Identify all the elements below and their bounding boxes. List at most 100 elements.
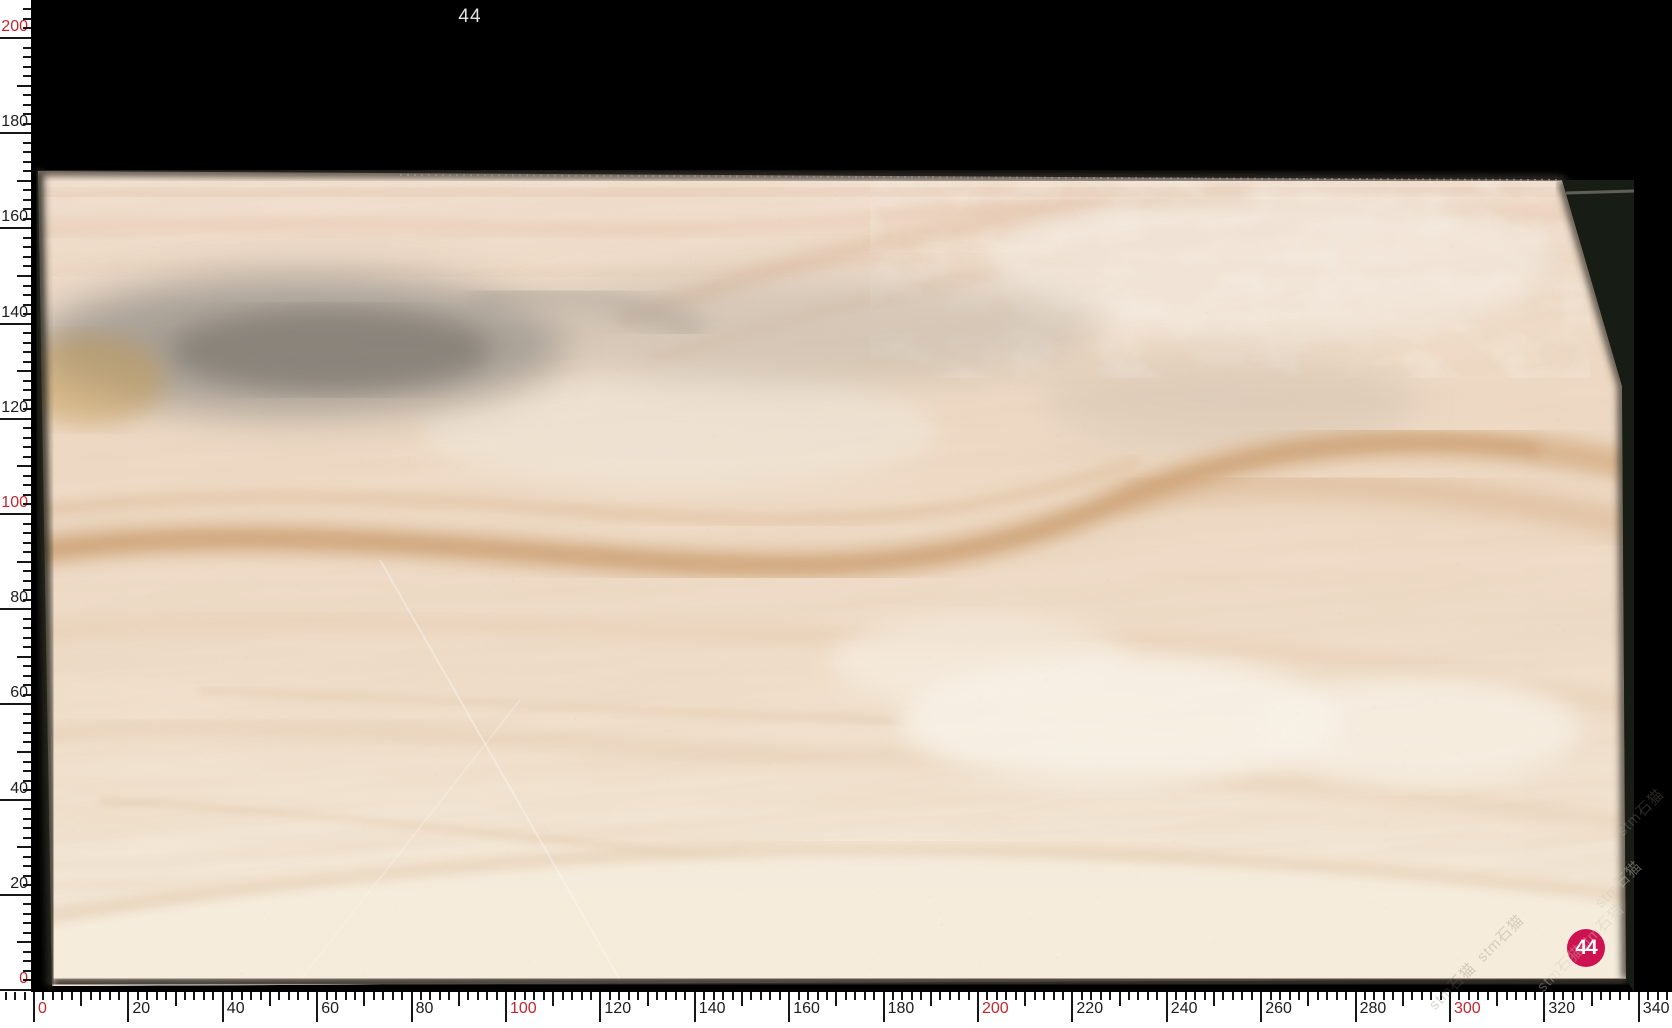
ruler-tick xyxy=(457,992,460,1006)
ruler-tick xyxy=(259,992,262,1000)
ruler-tick xyxy=(1600,992,1603,1000)
ruler-tick xyxy=(505,992,507,1022)
ruler-tick-label: 60 xyxy=(321,1000,339,1017)
ruler-tick xyxy=(278,992,281,1000)
ruler-tick xyxy=(514,992,517,1000)
ruler-tick-label: 20 xyxy=(132,1000,151,1017)
ruler-tick xyxy=(127,992,130,1022)
ruler-tick xyxy=(51,992,54,1000)
ruler-tick xyxy=(23,255,31,258)
ruler-tick xyxy=(344,992,347,1000)
ruler-tick xyxy=(788,992,791,1022)
ruler-tick xyxy=(363,992,366,1006)
ruler-tick xyxy=(23,617,31,620)
ruler-tick xyxy=(1656,992,1659,1000)
ruler-tick xyxy=(0,37,31,39)
ruler-tick xyxy=(202,992,205,1000)
ruler-tick xyxy=(599,992,602,1022)
ruler-tick xyxy=(1269,992,1272,1000)
ruler-tick xyxy=(703,992,706,1000)
ruler-tick xyxy=(1307,992,1310,1006)
ruler-tick xyxy=(1231,992,1234,1000)
ruler-tick xyxy=(920,992,923,1000)
ruler-tick xyxy=(1213,992,1215,1006)
ruler-tick xyxy=(250,992,253,1000)
ruler-tick xyxy=(1486,992,1489,1000)
ruler-tick xyxy=(1099,992,1102,1000)
ruler-tick xyxy=(1543,992,1546,1022)
ruler-tick xyxy=(722,992,725,1000)
ruler-tick xyxy=(23,627,31,630)
ruler-tick xyxy=(627,992,630,1000)
ruler-tick xyxy=(1222,992,1225,1000)
ruler-tick xyxy=(23,294,31,297)
ruler-tick xyxy=(939,992,942,1000)
ruler-tick xyxy=(1335,992,1338,1000)
ruler-tick xyxy=(23,770,31,773)
ruler-tick-label: 200 xyxy=(982,1000,1009,1017)
ruler-tick xyxy=(17,655,31,658)
ruler-tick xyxy=(1146,992,1149,1000)
ruler-tick xyxy=(0,417,31,420)
ruler-tick xyxy=(948,992,951,1000)
ruler-tick xyxy=(769,992,772,1000)
ruler-tick xyxy=(23,760,31,763)
ruler-tick xyxy=(646,992,649,1006)
ruler-tick xyxy=(1184,992,1187,1000)
ruler-tick xyxy=(382,992,385,1000)
ruler-tick xyxy=(693,992,696,1022)
ruler-tick-label: 180 xyxy=(887,1000,915,1017)
ruler-tick xyxy=(542,992,545,1000)
ruler-tick xyxy=(14,992,17,1000)
ruler-tick xyxy=(42,992,45,1000)
ruler-tick xyxy=(1194,992,1197,1000)
ruler-tick xyxy=(23,303,31,306)
ruler-tick xyxy=(23,113,31,116)
ruler-tick xyxy=(1203,992,1206,1000)
ruler-tick xyxy=(0,227,31,230)
ruler-tick xyxy=(23,474,31,477)
ruler-tick xyxy=(23,265,31,268)
ruler-tick xyxy=(1250,992,1253,1000)
ruler-tick xyxy=(23,808,31,811)
ruler-tick xyxy=(23,170,31,173)
ruler-tick xyxy=(269,992,271,1006)
ruler-tick xyxy=(580,992,583,1000)
ruler-tick xyxy=(23,446,31,449)
ruler-tick xyxy=(23,160,31,163)
ruler-tick xyxy=(995,992,998,1000)
ruler-tick xyxy=(372,992,375,1000)
ruler-tick xyxy=(174,992,177,1006)
ruler-tick xyxy=(1666,992,1669,1000)
ruler-tick xyxy=(807,992,810,1000)
ruler-tick xyxy=(23,17,31,20)
ruler-tick xyxy=(448,992,451,1000)
ruler-tick-label: 0 xyxy=(38,1000,47,1017)
ruler-tick xyxy=(1609,992,1612,1000)
ruler-tick xyxy=(967,992,970,1000)
ruler-tick xyxy=(1326,992,1329,1000)
ruler-tick-label: 300 xyxy=(1454,1000,1481,1017)
ruler-tick xyxy=(533,992,536,1000)
ruler-tick xyxy=(23,836,31,839)
ruler-tick xyxy=(1137,992,1140,1000)
ruler-tick xyxy=(146,992,149,1000)
ruler-tick xyxy=(23,208,31,211)
ruler-tick xyxy=(23,551,31,554)
ruler-tick xyxy=(23,122,31,125)
ruler-tick xyxy=(854,992,857,1000)
ruler-tick xyxy=(23,217,31,220)
ruler-tick-label: 120 xyxy=(604,1000,632,1017)
ruler-tick xyxy=(23,817,31,820)
ruler-tick xyxy=(835,992,838,1006)
ruler-tick xyxy=(958,992,961,1000)
ruler-tick xyxy=(1061,992,1064,1000)
ruler-tick xyxy=(1618,992,1621,1000)
ruler-tick xyxy=(1637,992,1640,1022)
ruler-tick xyxy=(1109,992,1112,1000)
ruler-tick xyxy=(1052,992,1055,1000)
ruler-tick xyxy=(467,992,470,1000)
ruler-tick xyxy=(561,992,564,1000)
ruler-tick xyxy=(335,992,338,1000)
ruler-tick xyxy=(571,992,574,1000)
